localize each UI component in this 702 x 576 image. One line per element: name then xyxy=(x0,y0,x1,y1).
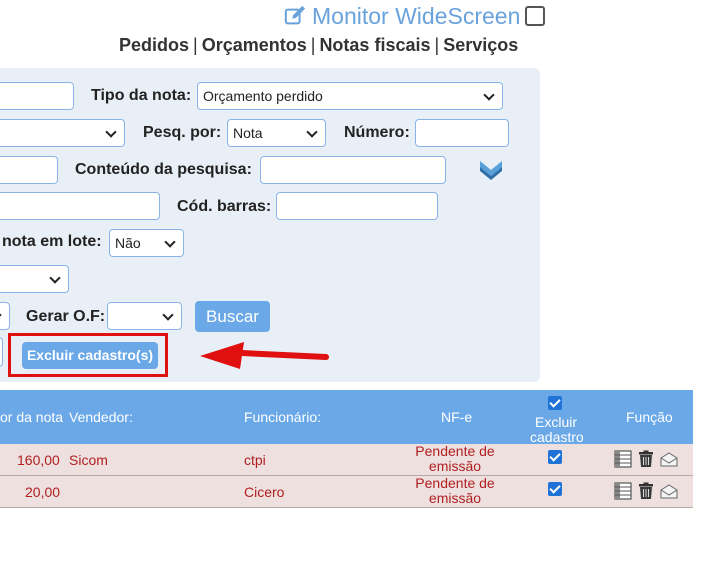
col-funcao: Função xyxy=(626,409,673,425)
col-funcionario: Funcionário: xyxy=(244,409,322,425)
trash-icon[interactable] xyxy=(637,450,655,468)
filter-select-partial[interactable] xyxy=(0,119,125,147)
edit-icon xyxy=(284,5,306,25)
top-navigation: Pedidos | Orçamentos | Notas fiscais | Serviço… xyxy=(119,35,518,56)
nota-em-lote-label: nota em lote: xyxy=(2,233,102,250)
nfe-status-line1: Pendente de xyxy=(415,443,495,459)
col-excluir-line1: Excluir xyxy=(535,414,578,430)
cod-barras-label: Cód. barras: xyxy=(177,198,272,215)
trash-icon[interactable] xyxy=(637,482,655,500)
excluir-cadastros-button[interactable]: Excluir cadastro(s) xyxy=(22,342,158,369)
nav-separator: | xyxy=(434,35,440,55)
col-excluir-line2: cadastro xyxy=(530,429,584,445)
nav-pedidos[interactable]: Pedidos xyxy=(119,35,189,55)
nfe-status-line2: emissão xyxy=(428,490,482,506)
col-nfe: NF-e xyxy=(441,409,473,425)
excluir-checkbox[interactable] xyxy=(548,450,562,464)
gerar-of-label: Gerar O.F: xyxy=(26,308,106,325)
tipo-nota-select[interactable]: Orçamento perdido xyxy=(197,82,503,110)
filter-select-partial[interactable] xyxy=(0,302,10,330)
col-vendedor: Vendedor: xyxy=(69,409,133,425)
nav-orcamentos[interactable]: Orçamentos xyxy=(202,35,307,55)
numero-input[interactable] xyxy=(415,119,509,147)
cell-funcionario: Cicero xyxy=(244,484,285,500)
filter-text-field-partial[interactable] xyxy=(0,192,160,220)
nav-separator: | xyxy=(193,35,198,55)
cell-funcionario: ctpi xyxy=(244,452,266,468)
nav-servicos[interactable]: Serviços xyxy=(443,35,518,55)
pesq-por-select[interactable]: Nota xyxy=(227,119,326,147)
nfe-status-line1: Pendente de xyxy=(415,475,495,491)
cell-valor: 20,00 xyxy=(25,484,61,500)
select-all-checkbox[interactable] xyxy=(548,396,562,410)
numero-label: Número: xyxy=(344,124,410,141)
monitor-widescreen-label[interactable]: Monitor WideScreen xyxy=(312,3,520,30)
col-valor-nota: or da nota xyxy=(0,409,64,425)
table-icon[interactable] xyxy=(614,482,632,500)
pesq-por-label: Pesq. por: xyxy=(143,124,222,141)
filter-text-field-partial[interactable] xyxy=(0,82,74,110)
cell-nfe: Pendente de emissão xyxy=(410,444,500,474)
chevron-down-icon[interactable] xyxy=(478,158,504,182)
monitor-widescreen-checkbox[interactable] xyxy=(525,6,546,26)
table-row: 160,00 Sicom ctpi Pendente de emissão xyxy=(0,444,693,476)
filter-select-partial[interactable] xyxy=(0,265,69,293)
gerar-of-select[interactable] xyxy=(107,302,182,330)
cell-nfe: Pendente de emissão xyxy=(410,476,500,506)
cell-vendedor: Sicom xyxy=(69,452,108,468)
table-icon[interactable] xyxy=(614,450,632,468)
filter-text-field-partial[interactable] xyxy=(0,156,58,184)
buscar-button[interactable]: Buscar xyxy=(195,301,270,332)
cod-barras-input[interactable] xyxy=(276,192,438,220)
envelope-icon[interactable] xyxy=(660,450,678,468)
conteudo-pesquisa-label: Conteúdo da pesquisa: xyxy=(75,161,252,178)
conteudo-pesquisa-input[interactable] xyxy=(260,156,446,184)
nota-em-lote-select[interactable]: Não xyxy=(109,229,184,257)
partial-button[interactable] xyxy=(0,337,3,367)
monitor-widescreen-toggle[interactable]: Monitor WideScreen xyxy=(284,2,546,30)
table-header: or da nota Vendedor: Funcionário: NF-e E… xyxy=(0,390,693,445)
tipo-nota-label: Tipo da nota: xyxy=(91,87,192,104)
nfe-status-line2: emissão xyxy=(428,458,482,474)
cell-valor: 160,00 xyxy=(17,452,60,468)
table-row: 20,00 Cicero Pendente de emissão xyxy=(0,476,693,508)
excluir-checkbox[interactable] xyxy=(548,482,562,496)
nav-separator: | xyxy=(310,35,316,55)
highlight-box: Excluir cadastro(s) xyxy=(8,333,168,377)
red-arrow-annotation xyxy=(200,342,329,369)
nav-notas-fiscais[interactable]: Notas fiscais xyxy=(319,35,430,55)
envelope-icon[interactable] xyxy=(660,482,678,500)
